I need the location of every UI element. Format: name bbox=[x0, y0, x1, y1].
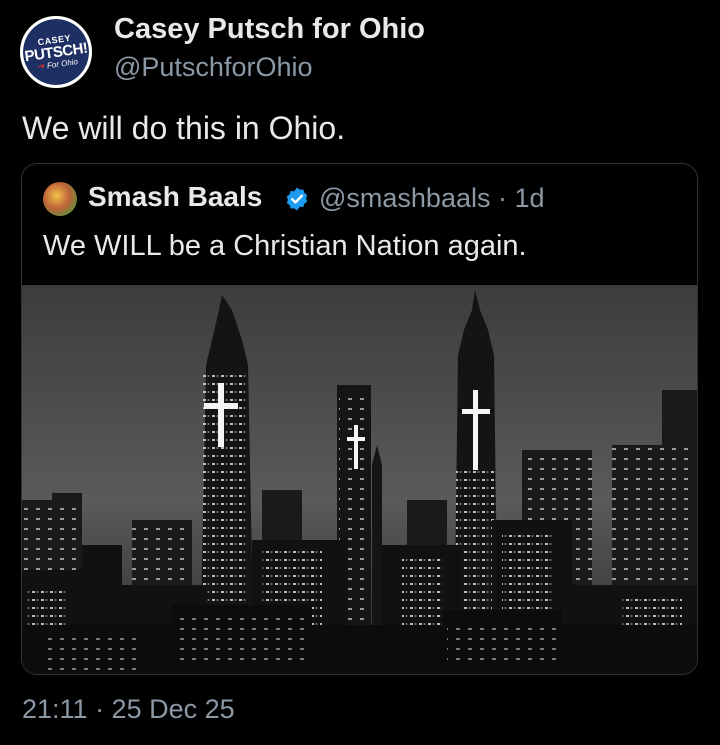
author-name[interactable]: Casey Putsch for Ohio bbox=[114, 13, 425, 46]
quote-text: We WILL be a Christian Nation again. bbox=[43, 230, 527, 262]
campaign-logo: CASEY PUTSCH! ➜ For Ohio bbox=[23, 19, 89, 85]
quote-author-handle-and-time[interactable]: @smashbaals · 1d bbox=[319, 183, 545, 214]
author-avatar[interactable]: CASEY PUTSCH! ➜ For Ohio bbox=[20, 16, 92, 88]
timestamp[interactable]: 21:11 · 25 Dec 25 bbox=[22, 694, 235, 725]
quote-author-name[interactable]: Smash Baals bbox=[88, 181, 262, 213]
verified-badge-icon bbox=[286, 187, 308, 211]
arrow-icon: ➜ bbox=[36, 60, 46, 72]
quote-tweet-card[interactable]: Smash Baals @smashbaals · 1d We WILL be … bbox=[21, 163, 698, 675]
quote-image[interactable] bbox=[22, 285, 698, 675]
tweet-text: We will do this in Ohio. bbox=[22, 110, 346, 146]
author-handle[interactable]: @PutschforOhio bbox=[114, 52, 313, 83]
quote-author-avatar[interactable] bbox=[43, 182, 77, 216]
